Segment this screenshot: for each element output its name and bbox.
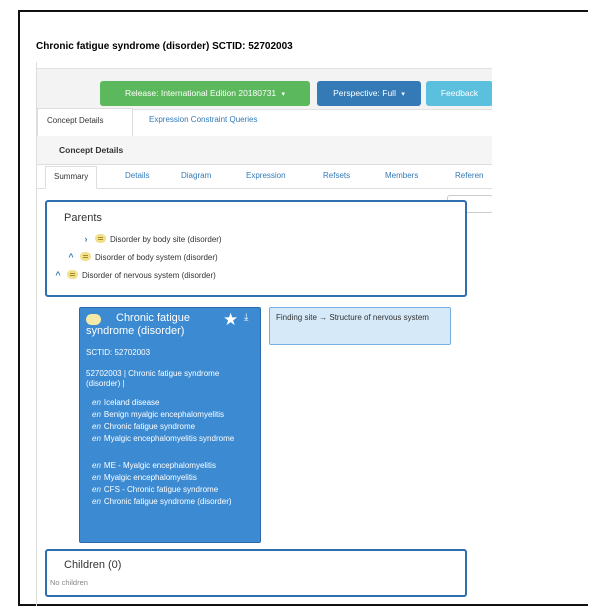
parents-panel: Parents › Disorder by body site (disorder… bbox=[45, 200, 467, 297]
chevron-up-icon[interactable]: ^ bbox=[66, 250, 76, 264]
synonym-item: en Myalgic encephalomyelitis syndrome bbox=[92, 434, 235, 443]
chevron-right-icon[interactable]: › bbox=[81, 232, 91, 246]
page-title: Chronic fatigue syndrome (disorder) SCTI… bbox=[36, 41, 293, 52]
toolbar: Release: International Edition 20180731 … bbox=[37, 68, 492, 110]
release-dropdown-button[interactable]: Release: International Edition 20180731 … bbox=[100, 81, 310, 106]
tab-expression-constraint-queries[interactable]: Expression Constraint Queries bbox=[149, 108, 258, 136]
tab-concept-details[interactable]: Concept Details bbox=[37, 108, 133, 137]
parent-row[interactable]: ^ Disorder of body system (disorder) bbox=[66, 250, 218, 264]
tab-diagram[interactable]: Diagram bbox=[181, 166, 211, 188]
synonym-item: en ME - Myalgic encephalomyelitis bbox=[92, 461, 216, 470]
tab-expression[interactable]: Expression bbox=[246, 166, 286, 188]
parent-label: Disorder of body system (disorder) bbox=[95, 253, 218, 262]
perspective-dropdown-button[interactable]: Perspective: Full ▾ bbox=[317, 81, 421, 106]
focus-concept-card: Chronic fatigue syndrome (disorder) ★ ⤓ … bbox=[79, 307, 261, 543]
top-tabs: Concept Details Expression Constraint Qu… bbox=[37, 108, 492, 137]
tab-refsets[interactable]: Refsets bbox=[323, 166, 350, 188]
synonym-item: en Iceland disease bbox=[92, 398, 160, 407]
children-title: Children (0) bbox=[64, 559, 122, 571]
concept-details-header: Concept Details bbox=[37, 136, 492, 165]
chevron-up-icon[interactable]: ^ bbox=[53, 268, 63, 282]
concept-sctid: SCTID: 52702003 bbox=[86, 348, 151, 357]
tab-details[interactable]: Details bbox=[125, 166, 149, 188]
synonym-item: en CFS - Chronic fatigue syndrome bbox=[92, 485, 219, 494]
caret-down-icon: ▾ bbox=[281, 91, 286, 98]
perspective-label: Perspective: Full bbox=[333, 88, 396, 98]
synonym-item: en Myalgic encephalomyelitis bbox=[92, 473, 197, 482]
synonym-item: en Chronic fatigue syndrome bbox=[92, 422, 196, 431]
primitive-concept-icon bbox=[95, 234, 106, 243]
synonym-item: en Benign myalgic encephalomyelitis bbox=[92, 410, 224, 419]
tab-members[interactable]: Members bbox=[385, 166, 418, 188]
parent-label: Disorder by body site (disorder) bbox=[110, 235, 222, 244]
parent-row[interactable]: › Disorder by body site (disorder) bbox=[81, 232, 222, 246]
parents-title: Parents bbox=[64, 212, 102, 224]
primitive-concept-icon bbox=[80, 252, 91, 261]
attribute-relationship-box: Finding site → Structure of nervous syst… bbox=[269, 307, 451, 345]
caret-down-icon: ▾ bbox=[401, 91, 405, 98]
parent-row[interactable]: ^ Disorder of nervous system (disorder) bbox=[53, 268, 216, 282]
children-panel: Children (0) No children bbox=[45, 549, 467, 597]
star-icon[interactable]: ★ bbox=[223, 310, 238, 330]
tab-references[interactable]: Referen bbox=[455, 166, 483, 188]
primitive-concept-icon bbox=[67, 270, 78, 279]
release-label: Release: International Edition 20180731 bbox=[124, 88, 277, 98]
concept-fsn-line: 52702003 | Chronic fatigue syndrome (dis… bbox=[86, 369, 220, 388]
detail-tabs: Summary Details Diagram Expression Refse… bbox=[37, 166, 492, 189]
concept-title: Chronic fatigue syndrome (disorder) bbox=[86, 312, 190, 337]
feedback-button[interactable]: Feedback bbox=[426, 81, 492, 106]
main-content: Release: International Edition 20180731 … bbox=[36, 62, 492, 606]
export-icon[interactable]: ⤓ bbox=[244, 312, 248, 323]
concept-details-heading: Concept Details bbox=[59, 145, 124, 155]
tab-summary[interactable]: Summary bbox=[45, 166, 98, 189]
no-children-text: No children bbox=[50, 578, 88, 587]
parent-label: Disorder of nervous system (disorder) bbox=[82, 271, 216, 280]
synonym-item: en Chronic fatigue syndrome (disorder) bbox=[92, 497, 232, 506]
